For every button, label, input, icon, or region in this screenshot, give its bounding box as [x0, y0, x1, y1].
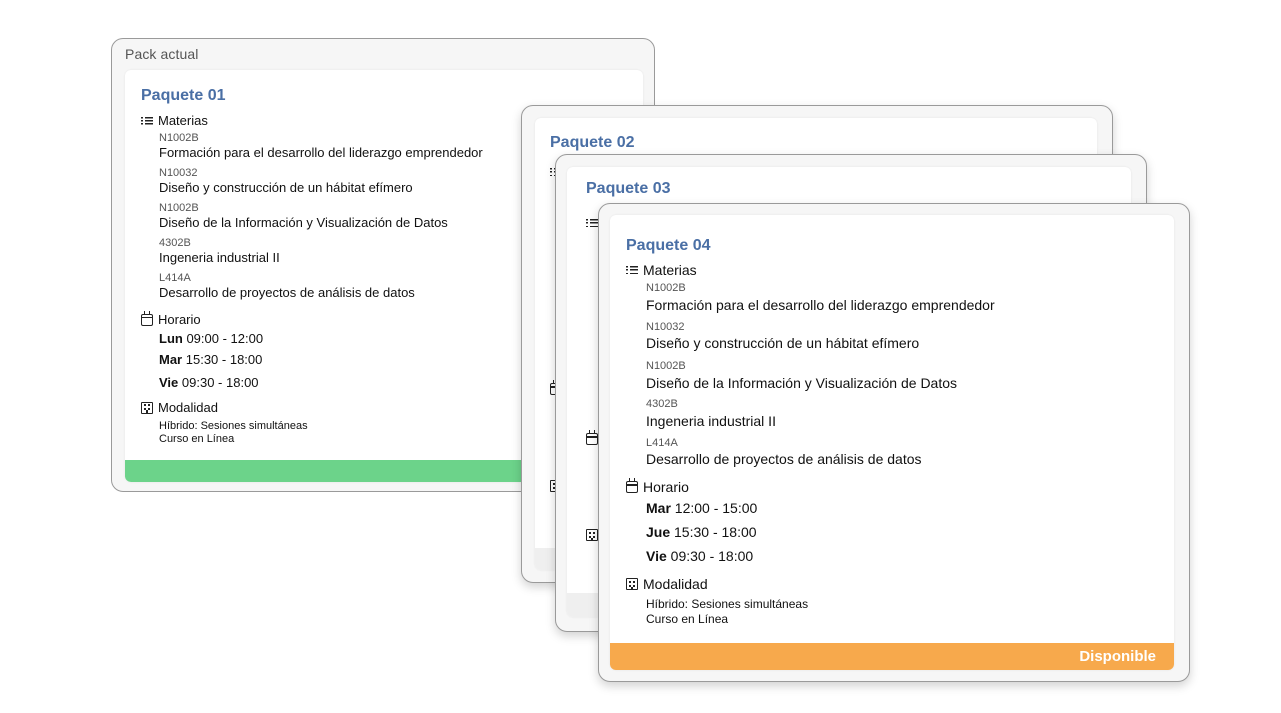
- subject-name: Desarrollo de proyectos de análisis de d…: [646, 451, 922, 467]
- mode-item: Híbrido: Sesiones simultáneas: [159, 420, 308, 432]
- materias-header: Materias: [141, 113, 208, 128]
- mode-item: Híbrido: Sesiones simultáneas: [646, 597, 809, 611]
- subject-code: 4302B: [159, 237, 191, 249]
- subject-name: Desarrollo de proyectos de análisis de d…: [159, 285, 415, 300]
- schedule-row: Jue 15:30 - 18:00: [646, 524, 757, 540]
- schedule-day: Mar: [646, 500, 671, 516]
- horario-header: Horario: [626, 478, 689, 495]
- subject-code: N1002B: [159, 202, 199, 214]
- schedule-time: 15:30 - 18:00: [185, 352, 263, 367]
- subject-code: L414A: [159, 272, 191, 284]
- list-icon: [586, 217, 598, 229]
- package-card-04[interactable]: Paquete 04 Materias N1002B Formación par…: [610, 215, 1174, 670]
- schedule-row: Vie 09:30 - 18:00: [159, 375, 259, 390]
- schedule-day: Mar: [159, 352, 183, 367]
- status-bar[interactable]: Disponible: [610, 643, 1174, 670]
- subject-code: N1002B: [646, 282, 686, 294]
- package-title: Paquete 01: [141, 87, 226, 104]
- schedule-time: 09:30 - 18:00: [181, 375, 259, 390]
- subject-code: N1002B: [159, 132, 199, 144]
- subject-name: Ingeneria industrial II: [646, 413, 776, 429]
- schedule-time: 12:00 - 15:00: [674, 500, 758, 516]
- schedule-row: Mar 12:00 - 15:00: [646, 500, 757, 516]
- subject-name: Formación para el desarrollo del lideraz…: [159, 145, 483, 160]
- modalidad-label: Modalidad: [158, 400, 218, 415]
- building-icon: [141, 401, 153, 414]
- mode-item: Curso en Línea: [646, 612, 729, 626]
- schedule-time: 09:30 - 18:00: [670, 548, 754, 564]
- status-label: Disponible: [1079, 648, 1156, 665]
- schedule-time: 09:00 - 12:00: [186, 331, 264, 346]
- subject-code: N10032: [159, 167, 198, 179]
- materias-label: Materias: [158, 113, 208, 128]
- subject-name: Ingeneria industrial II: [159, 250, 280, 265]
- building-icon: [586, 529, 598, 541]
- modalidad-header: Modalidad: [141, 400, 218, 415]
- subject-name: Formación para el desarrollo del lideraz…: [646, 297, 995, 313]
- horario-header: Horario: [141, 310, 201, 327]
- modalidad-header: Modalidad: [626, 576, 708, 592]
- subject-code: N10032: [646, 321, 685, 333]
- subject-name: Diseño y construcción de un hábitat efím…: [159, 180, 413, 195]
- package-frame-04[interactable]: Paquete 04 Materias N1002B Formación par…: [598, 203, 1190, 682]
- subject-name: Diseño de la Información y Visualización…: [159, 215, 448, 230]
- schedule-day: Jue: [646, 524, 671, 540]
- building-icon: [626, 578, 638, 590]
- package-title: Paquete 03: [586, 180, 671, 197]
- schedule-row: Lun 09:00 - 12:00: [159, 331, 263, 346]
- calendar-icon: [141, 310, 153, 326]
- subject-name: Diseño y construcción de un hábitat efím…: [646, 335, 920, 351]
- subject-code: L414A: [646, 437, 678, 449]
- schedule-day: Vie: [646, 548, 667, 564]
- subject-code: N1002B: [646, 360, 686, 372]
- calendar-icon: [626, 478, 638, 493]
- materias-label: Materias: [643, 262, 697, 278]
- schedule-row: Mar 15:30 - 18:00: [159, 352, 262, 367]
- schedule-day: Vie: [159, 375, 179, 390]
- calendar-icon: [586, 430, 598, 445]
- materias-header: Materias: [626, 262, 697, 278]
- modalidad-label: Modalidad: [643, 576, 708, 592]
- subject-name: Diseño de la Información y Visualización…: [646, 375, 958, 391]
- subject-code: 4302B: [646, 398, 678, 410]
- list-icon: [626, 264, 638, 276]
- list-icon: [141, 115, 153, 127]
- frame-title: Pack actual: [125, 46, 199, 62]
- schedule-time: 15:30 - 18:00: [674, 524, 757, 540]
- horario-label: Horario: [158, 312, 201, 327]
- schedule-row: Vie 09:30 - 18:00: [646, 548, 753, 564]
- package-title: Paquete 04: [626, 237, 711, 254]
- mode-item: Curso en Línea: [159, 433, 235, 445]
- horario-label: Horario: [643, 479, 689, 495]
- package-title: Paquete 02: [550, 134, 635, 151]
- schedule-day: Lun: [159, 331, 183, 346]
